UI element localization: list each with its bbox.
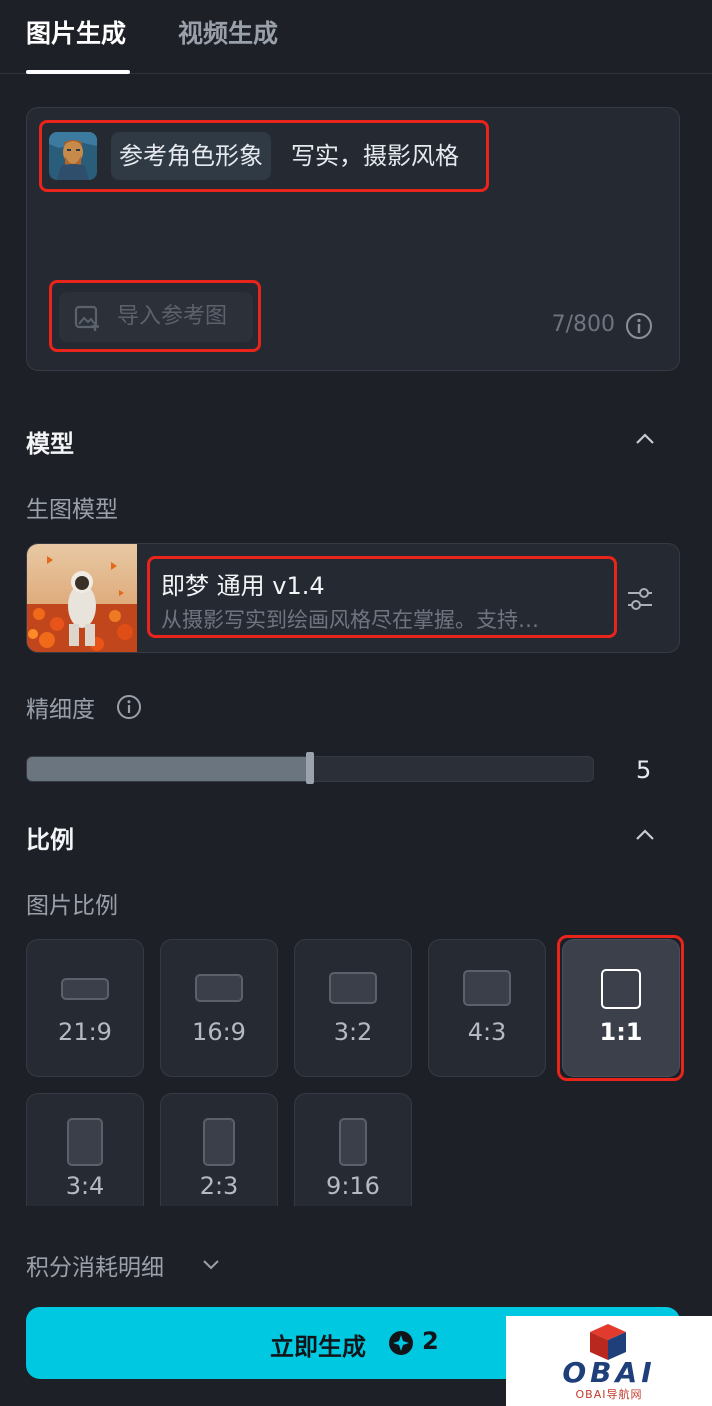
ratio-3-2-icon: [329, 972, 377, 1004]
character-counter: 7/800: [551, 312, 615, 337]
ratio-highlight-frame: [557, 935, 684, 1081]
ratio-4-3-icon: [463, 970, 511, 1006]
chevron-down-icon[interactable]: [202, 1258, 220, 1270]
ratio-label: 3:4: [65, 1172, 105, 1200]
detail-slider-fill: [27, 757, 310, 781]
watermark-text: OBAI: [562, 1356, 656, 1389]
ratio-option-21-9[interactable]: 21:9: [26, 939, 144, 1077]
tab-image-generation[interactable]: 图片生成: [26, 14, 126, 50]
prompt-input-box[interactable]: 参考角色形象 写实，摄影风格 导入参考图 7/800: [26, 107, 680, 371]
detail-level-label: 精细度: [26, 697, 95, 723]
ratio-label: 9:16: [326, 1172, 380, 1200]
ratio-label: 16:9: [192, 1018, 246, 1046]
ratio-9-16-icon: [339, 1118, 367, 1166]
ratio-section-title: 比例: [26, 826, 74, 854]
ratio-label: 3:2: [333, 1018, 373, 1046]
ratio-option-4-3[interactable]: 4:3: [428, 939, 546, 1077]
model-name: 即梦 通用 v1.4: [161, 572, 325, 600]
model-thumbnail: [27, 544, 137, 652]
generate-button-label: 立即生成: [270, 1333, 366, 1361]
ratio-2-3-icon: [203, 1118, 235, 1166]
info-icon[interactable]: [625, 312, 653, 340]
ratio-label: 4:3: [467, 1018, 507, 1046]
reference-character-chip[interactable]: 参考角色形象: [111, 132, 271, 180]
model-sub-label: 生图模型: [26, 497, 118, 523]
detail-slider-handle[interactable]: [306, 752, 314, 784]
image-add-icon: [74, 305, 99, 331]
ratio-21-9-icon: [61, 978, 109, 1000]
info-icon[interactable]: [116, 694, 142, 720]
ratio-16-9-icon: [195, 974, 243, 1002]
reference-character-thumbnail[interactable]: [49, 132, 97, 180]
prompt-text: 写实，摄影风格: [291, 142, 459, 170]
ratio-option-16-9[interactable]: 16:9: [160, 939, 278, 1077]
tab-video-generation[interactable]: 视频生成: [178, 14, 278, 50]
watermark-subtext: OBAI导航网: [575, 1388, 643, 1401]
sliders-settings-icon[interactable]: [625, 584, 655, 614]
generate-cost: 2: [422, 1327, 439, 1355]
import-reference-label: 导入参考图: [117, 304, 228, 329]
tab-bar: 图片生成 视频生成: [0, 0, 712, 74]
ratio-3-4-icon: [67, 1118, 103, 1166]
scroll-fade: [0, 1206, 712, 1236]
ratio-option-3-2[interactable]: 3:2: [294, 939, 412, 1077]
ratio-sub-label: 图片比例: [26, 893, 118, 919]
chevron-up-icon[interactable]: [634, 432, 656, 446]
ratio-label: 21:9: [58, 1018, 112, 1046]
active-tab-indicator: [26, 70, 130, 74]
credits-details-toggle[interactable]: 积分消耗明细: [26, 1248, 164, 1282]
chevron-up-icon[interactable]: [634, 828, 656, 842]
model-section-title: 模型: [26, 430, 74, 458]
watermark: OBAI OBAI导航网: [506, 1316, 712, 1406]
detail-slider-value: 5: [636, 756, 652, 784]
credit-star-icon: [389, 1331, 413, 1355]
model-description: 从摄影写实到绘画风格尽在掌握。支持…: [161, 608, 539, 632]
ratio-label: 2:3: [199, 1172, 239, 1200]
model-selector-card[interactable]: 即梦 通用 v1.4 从摄影写实到绘画风格尽在掌握。支持…: [26, 543, 680, 653]
import-reference-button[interactable]: 导入参考图: [59, 292, 253, 342]
